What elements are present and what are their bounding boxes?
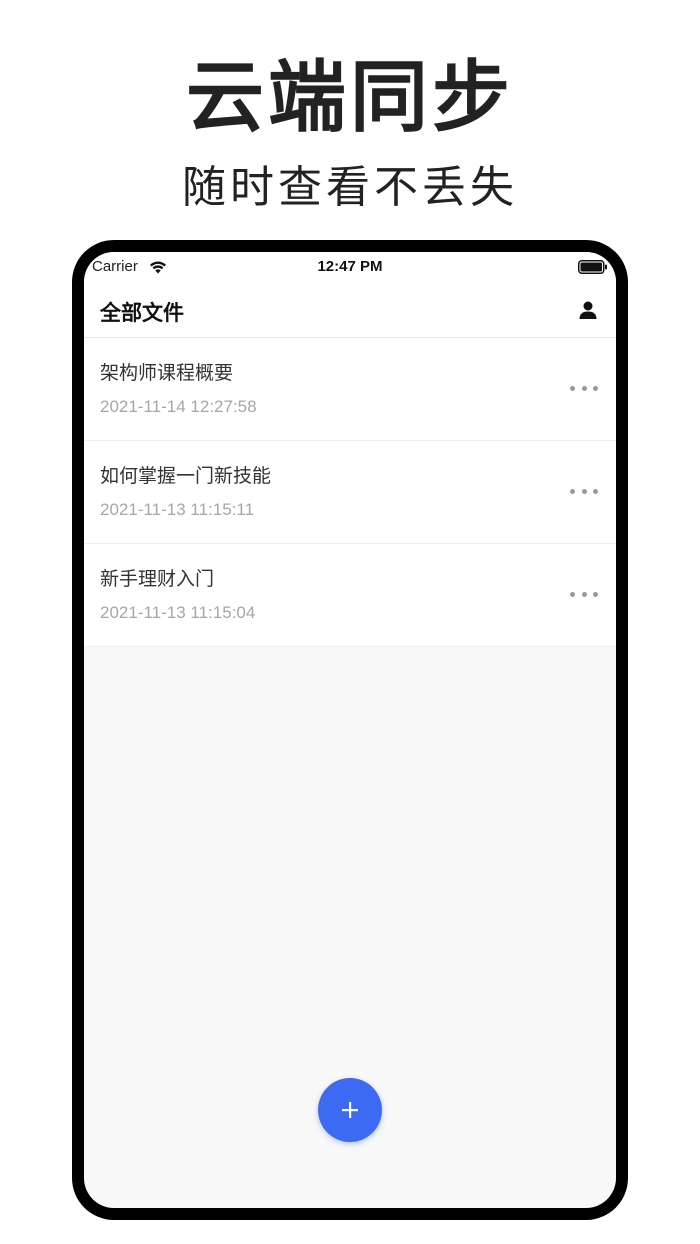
plus-icon (342, 1102, 358, 1118)
list-item[interactable]: 如何掌握一门新技能 2021-11-13 11:15:11 (84, 441, 616, 544)
file-date: 2021-11-13 11:15:11 (100, 500, 255, 519)
phone-screen: Carrier 12:47 PM 全部文件 架构师课程概要 2021-11-14… (84, 252, 616, 1208)
person-icon (579, 301, 597, 319)
file-list: 架构师课程概要 2021-11-14 12:27:58 如何掌握一门新技能 20… (84, 338, 616, 647)
more-options-icon[interactable] (570, 584, 598, 604)
list-item[interactable]: 架构师课程概要 2021-11-14 12:27:58 (84, 338, 616, 441)
status-bar: Carrier 12:47 PM (84, 252, 616, 284)
page-title: 全部文件 (100, 301, 184, 325)
more-options-icon[interactable] (570, 481, 598, 501)
file-name: 架构师课程概要 (100, 362, 234, 384)
add-file-button[interactable] (318, 1078, 382, 1142)
promo-subtitle: 随时查看不丢失 (182, 162, 518, 213)
profile-button[interactable] (574, 296, 602, 324)
nav-bar: 全部文件 (84, 284, 616, 338)
phone-frame: Carrier 12:47 PM 全部文件 架构师课程概要 2021-11-14… (72, 240, 628, 1220)
file-name: 如何掌握一门新技能 (100, 465, 272, 487)
battery-icon (578, 260, 607, 274)
file-date: 2021-11-14 12:27:58 (100, 397, 257, 416)
list-item[interactable]: 新手理财入门 2021-11-13 11:15:04 (84, 544, 616, 647)
file-name: 新手理财入门 (100, 568, 215, 590)
more-options-icon[interactable] (570, 378, 598, 398)
file-date: 2021-11-13 11:15:04 (100, 603, 256, 622)
promo-title: 云端同步 (185, 53, 514, 143)
status-time: 12:47 PM (317, 258, 383, 275)
